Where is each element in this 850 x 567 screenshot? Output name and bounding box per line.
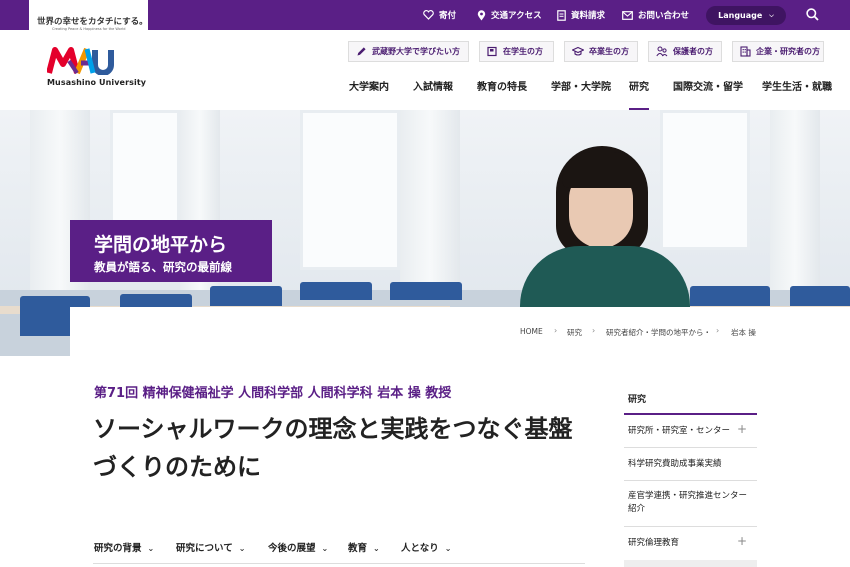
- article-lead: 第71回 精神保健福祉学 人間科学部 人間科学科 岩本 操 教授: [94, 386, 452, 401]
- sidebar-item-research-ethics[interactable]: 研究倫理教育: [628, 537, 738, 550]
- utility-link-donation[interactable]: 寄付: [423, 0, 456, 30]
- article-tab-label: 人となり: [401, 543, 439, 554]
- main-nav-education[interactable]: 教育の特長: [477, 78, 527, 93]
- main-nav-admissions[interactable]: 入試情報: [413, 78, 453, 93]
- chevron-down-icon: ⌄: [373, 544, 380, 553]
- sidebar-item-institutes[interactable]: 研究所・研究室・センター: [628, 425, 738, 438]
- sidebar-divider: [624, 447, 757, 448]
- brand-tagline: 世界の幸せをカタチにする。: [37, 17, 148, 27]
- chevron-down-icon: ⌄: [321, 544, 329, 553]
- utility-link-label: 資料請求: [571, 11, 606, 21]
- article-tab-personality[interactable]: 人となり ⌄: [401, 540, 451, 554]
- university-name: Musashino University: [47, 78, 147, 87]
- parents-icon: [656, 46, 668, 57]
- article-tab-research[interactable]: 研究について ⌄: [176, 540, 245, 554]
- chevron-down-icon: ⌄: [444, 544, 452, 553]
- audience-label: 卒業生の方: [589, 47, 629, 56]
- brand-tagline-en: Creating Peace & Happiness for the World: [52, 27, 126, 31]
- sidebar-item-industry-collaboration[interactable]: 産官学連携・研究推進センター紹介: [628, 490, 753, 516]
- article-tab-outlook[interactable]: 今後の展望 ⌄: [268, 540, 328, 554]
- breadcrumb-separator-icon: ›: [554, 326, 558, 335]
- breadcrumb-separator-icon: ›: [592, 326, 596, 335]
- document-icon: [557, 9, 566, 21]
- utility-link-contact[interactable]: お問い合わせ: [622, 0, 689, 30]
- hero-title: 学問の地平から: [94, 234, 228, 256]
- donation-icon: [423, 10, 434, 20]
- mail-icon: [622, 10, 633, 20]
- audience-button-alumni[interactable]: 卒業生の方: [564, 41, 638, 62]
- article-tab-label: 研究の背景: [94, 543, 142, 554]
- utility-link-access[interactable]: 交通アクセス: [477, 0, 542, 30]
- audience-label: 保護者の方: [673, 47, 713, 56]
- language-button[interactable]: Language ⌵: [706, 6, 786, 25]
- audience-button-parents[interactable]: 保護者の方: [648, 41, 722, 62]
- breadcrumb-current: 岩本 操: [731, 328, 756, 337]
- breadcrumb-researchers[interactable]: 研究者紹介・学問の地平から・: [606, 327, 711, 338]
- sidebar-heading: 研究: [628, 395, 647, 405]
- utility-link-label: 交通アクセス: [491, 11, 542, 21]
- article-tabs-divider: [93, 563, 585, 564]
- sidebar-next-item: [624, 560, 757, 567]
- plus-icon[interactable]: +: [737, 534, 747, 548]
- audience-button-corporate[interactable]: 企業・研究者の方: [732, 41, 824, 62]
- sidebar-heading-underline: [624, 413, 757, 415]
- sidebar-divider: [624, 526, 757, 527]
- language-label: Language: [718, 11, 763, 20]
- audience-label: 武蔵野大学で学びたい方: [372, 47, 460, 56]
- article-tab-label: 研究について: [176, 543, 233, 554]
- breadcrumb-research[interactable]: 研究: [567, 327, 582, 338]
- student-icon: [487, 46, 497, 57]
- audience-label: 在学生の方: [503, 47, 543, 56]
- main-nav-research[interactable]: 研究: [629, 78, 649, 93]
- audience-button-students[interactable]: 在学生の方: [479, 41, 554, 62]
- university-logo[interactable]: [47, 47, 127, 75]
- breadcrumb-separator-icon: ›: [716, 326, 720, 335]
- article-tab-teaching[interactable]: 教育 ⌄: [348, 540, 380, 554]
- search-icon[interactable]: [806, 8, 819, 21]
- chevron-down-icon: ⌄: [238, 544, 246, 553]
- article-title: ソーシャルワークの理念と実践をつなぐ基盤づくりのために: [93, 415, 573, 481]
- utility-link-label: 寄付: [439, 11, 457, 21]
- audience-label: 企業・研究者の方: [756, 47, 820, 56]
- main-nav-student-life[interactable]: 学生生活・就職: [762, 78, 832, 93]
- main-nav-international[interactable]: 国際交流・留学: [673, 78, 743, 93]
- audience-button-prospective[interactable]: 武蔵野大学で学びたい方: [348, 41, 469, 62]
- main-nav-about[interactable]: 大学案内: [349, 78, 389, 93]
- sidebar-item-kakenhi[interactable]: 科学研究費助成事業実績: [628, 458, 748, 471]
- sidebar-divider: [624, 480, 757, 481]
- article-tab-label: 今後の展望: [268, 543, 316, 554]
- graduation-cap-icon: [572, 46, 584, 56]
- article-tab-label: 教育: [348, 543, 368, 554]
- chevron-down-icon: ⌄: [147, 544, 155, 553]
- pencil-icon: [357, 47, 366, 56]
- utility-link-label: お問い合わせ: [638, 11, 690, 21]
- utility-link-brochure[interactable]: 資料請求: [557, 0, 605, 30]
- plus-icon[interactable]: +: [737, 422, 747, 436]
- main-nav-faculties[interactable]: 学部・大学院: [551, 78, 611, 93]
- chevron-down-icon: ⌵: [769, 11, 774, 19]
- article-tab-background[interactable]: 研究の背景 ⌄: [94, 540, 154, 554]
- hero-subtitle: 教員が語る、研究の最前線: [94, 260, 232, 274]
- breadcrumb-home[interactable]: HOME: [520, 327, 543, 336]
- building-icon: [740, 46, 751, 57]
- map-pin-icon: [477, 9, 486, 20]
